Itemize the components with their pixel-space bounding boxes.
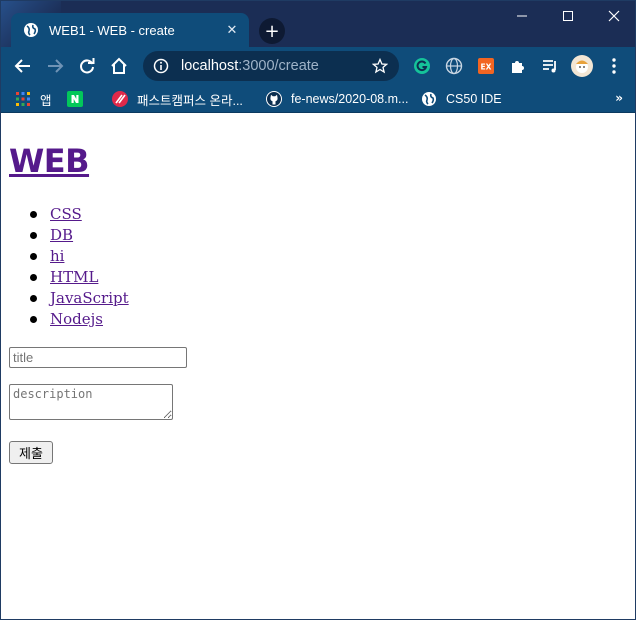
fastcampus-icon [112, 91, 128, 107]
topic-link-hi[interactable]: hi [50, 247, 64, 265]
bookmark-cs50-ide[interactable]: CS50 IDE [421, 89, 502, 109]
more-menu-icon[interactable] [604, 56, 624, 76]
browser-tab[interactable]: WEB1 - WEB - create ✕ [11, 13, 249, 47]
url-host: localhost [181, 58, 239, 74]
page-heading: WEB [9, 142, 90, 180]
bookmark-label: 패스트캠퍼스 온라... [137, 93, 243, 108]
browser-window: WEB1 - WEB - create ✕ + localhost:3000/c… [0, 0, 636, 620]
globe-icon [421, 91, 437, 107]
address-bar[interactable]: localhost:3000/create [143, 51, 399, 81]
maximize-button[interactable] [545, 1, 591, 31]
url-path: :3000/create [238, 58, 319, 74]
translate-globe-icon[interactable] [444, 56, 464, 76]
list-item: DB [30, 225, 129, 246]
minimize-button[interactable] [499, 1, 545, 31]
back-button[interactable] [7, 50, 39, 82]
more-bookmarks-button[interactable]: » [615, 91, 623, 105]
window-controls [499, 1, 635, 31]
topic-list: CSS DB hi HTML JavaScript Nodejs [30, 204, 129, 330]
list-item: CSS [30, 204, 129, 225]
list-item: JavaScript [30, 288, 129, 309]
submit-button[interactable]: 제출 [9, 441, 53, 464]
title-input[interactable] [9, 347, 187, 368]
topic-link-html[interactable]: HTML [50, 268, 98, 286]
bookmark-fe-news[interactable]: fe-news/2020-08.m... [266, 89, 408, 109]
page-content: WEB CSS DB hi HTML JavaScript Nodejs 제출 [1, 114, 635, 619]
ex-extension-icon[interactable]: EX [476, 56, 496, 76]
home-link[interactable]: WEB [9, 142, 90, 180]
home-button[interactable] [103, 50, 135, 82]
topic-link-nodejs[interactable]: Nodejs [50, 310, 103, 328]
bookmark-fastcampus[interactable]: 패스트캠퍼스 온라... [112, 89, 243, 109]
naver-icon [67, 91, 83, 107]
topic-link-css[interactable]: CSS [50, 205, 82, 223]
profile-avatar[interactable] [570, 54, 594, 78]
list-item: Nodejs [30, 309, 129, 330]
list-item: HTML [30, 267, 129, 288]
description-textarea[interactable] [9, 384, 173, 420]
close-tab-icon[interactable]: ✕ [223, 21, 241, 39]
new-tab-button[interactable]: + [259, 18, 285, 44]
forward-button[interactable] [39, 50, 71, 82]
bookmark-apps[interactable]: 앱 [15, 89, 52, 109]
topic-link-db[interactable]: DB [50, 226, 73, 244]
extensions-puzzle-icon[interactable] [508, 56, 528, 76]
site-info-icon[interactable] [153, 58, 169, 74]
browser-toolbar: localhost:3000/create EX [1, 47, 635, 85]
bookmark-label: 앱 [40, 93, 52, 108]
bookmark-naver[interactable] [67, 89, 92, 109]
media-queue-icon[interactable] [540, 56, 560, 76]
globe-icon [23, 22, 39, 38]
bookmark-label: CS50 IDE [446, 92, 502, 106]
title-bar: WEB1 - WEB - create ✕ + [1, 1, 635, 47]
url-text: localhost:3000/create [181, 58, 371, 74]
github-icon [266, 91, 282, 107]
close-window-button[interactable] [591, 1, 635, 31]
apps-grid-icon [15, 91, 31, 107]
bookmarks-bar: 앱 패스트캠퍼스 온라... fe-news/2020-08.m... CS50… [1, 85, 635, 113]
list-item: hi [30, 246, 129, 267]
bookmark-star-icon[interactable] [371, 57, 389, 75]
grammarly-icon[interactable] [412, 56, 432, 76]
tab-title: WEB1 - WEB - create [49, 22, 175, 38]
reload-button[interactable] [71, 50, 103, 82]
svg-text:EX: EX [481, 63, 492, 72]
topic-link-javascript[interactable]: JavaScript [50, 289, 129, 307]
bookmark-label: fe-news/2020-08.m... [291, 92, 409, 106]
